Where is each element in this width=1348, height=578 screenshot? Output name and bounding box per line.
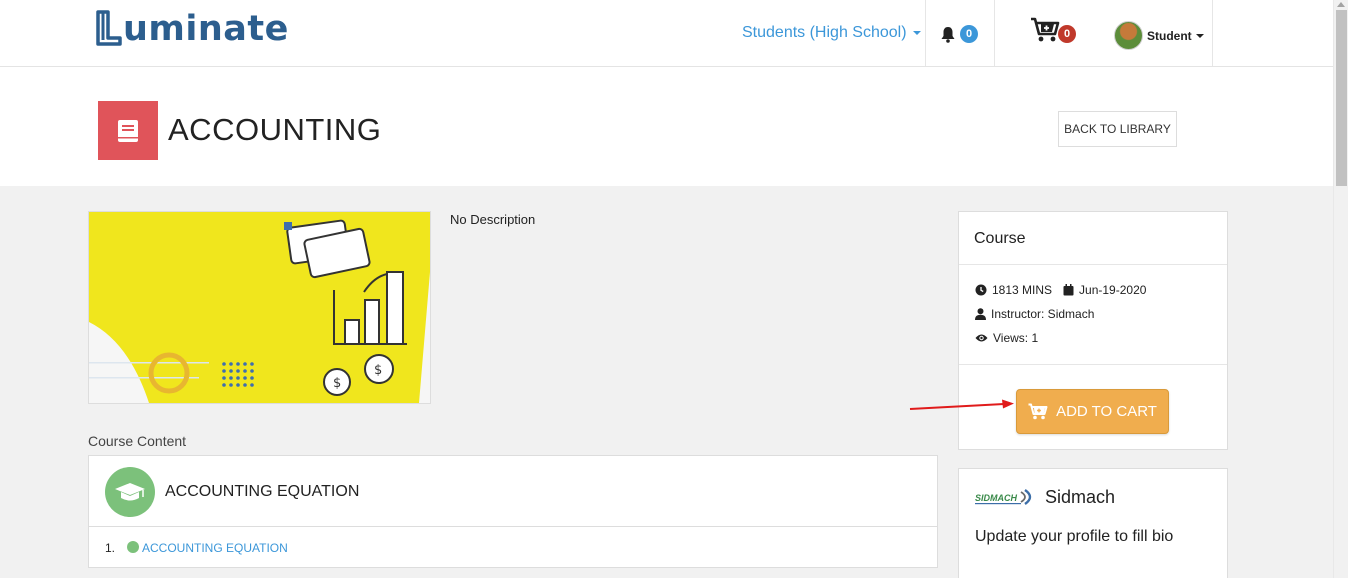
chevron-down-icon: [912, 31, 921, 35]
eye-icon: [975, 334, 988, 342]
chapter-title: ACCOUNTING EQUATION: [165, 483, 360, 500]
role-dropdown[interactable]: Students (High School): [742, 24, 921, 42]
svg-text:$: $: [374, 363, 382, 378]
logo-text: uminate: [123, 9, 289, 49]
cart-count-badge: 0: [1058, 25, 1076, 43]
nav-divider: [1212, 0, 1213, 66]
sidmach-logo: SIDMACH: [975, 487, 1037, 507]
page-title: ACCOUNTING: [168, 112, 382, 147]
calendar-icon: [1063, 284, 1074, 296]
chevron-down-icon: [1195, 33, 1204, 38]
course-description: No Description: [450, 212, 536, 227]
instructor-name: Sidmach: [1045, 487, 1116, 507]
svg-text:SIDMACH: SIDMACH: [975, 493, 1017, 503]
chapter-header[interactable]: ACCOUNTING EQUATION: [89, 456, 937, 527]
avatar: [1114, 21, 1143, 50]
course-views-row: Views: 1: [975, 331, 1038, 345]
svg-text:$: $: [333, 376, 341, 391]
cart-plus-icon: [1031, 17, 1060, 42]
lesson-link[interactable]: ACCOUNTING EQUATION: [142, 541, 288, 555]
lesson-number: 1.: [105, 541, 116, 555]
top-navbar: uminate Students (High School) 0 0 Stude…: [0, 0, 1333, 67]
scroll-up-arrow-icon[interactable]: [1337, 2, 1345, 7]
course-instructor: Instructor: Sidmach: [991, 307, 1095, 321]
red-arrow-annotation: [909, 399, 1014, 410]
logo-mark-icon: [96, 10, 122, 46]
role-dropdown-label: Students (High School): [742, 24, 907, 41]
notifications-button[interactable]: 0: [940, 25, 978, 43]
user-icon: [975, 308, 986, 320]
list-item: 1. ACCOUNTING EQUATION: [89, 527, 937, 567]
user-menu[interactable]: Student: [1114, 21, 1204, 50]
cart-plus-icon: [1028, 403, 1048, 420]
course-instructor-row: Instructor: Sidmach: [975, 307, 1094, 321]
user-menu-label: Student: [1147, 28, 1192, 43]
clock-icon: [975, 284, 987, 296]
add-to-cart-button[interactable]: ADD TO CART: [1016, 389, 1169, 434]
course-views: Views: 1: [993, 331, 1039, 345]
cart-nav-button[interactable]: 0: [1030, 16, 1076, 43]
course-meta-row: 1813 MINS Jun-19-2020: [975, 283, 1146, 297]
course-content-heading: Course Content: [88, 433, 187, 449]
page-scrollbar[interactable]: [1333, 0, 1348, 578]
nav-divider: [925, 0, 926, 66]
book-icon: [118, 119, 138, 142]
course-date: Jun-19-2020: [1079, 283, 1147, 297]
page-header: ACCOUNTING BACK TO LIBRARY: [0, 67, 1333, 186]
nav-divider: [994, 0, 995, 66]
instructor-bio: Update your profile to fill bio: [975, 528, 1174, 545]
course-card-title: Course: [959, 212, 1227, 265]
course-duration: 1813 MINS: [992, 283, 1053, 297]
add-to-cart-label: ADD TO CART: [1056, 403, 1157, 420]
luminate-logo[interactable]: uminate: [96, 6, 289, 49]
bell-icon: [941, 26, 955, 43]
notifications-badge: 0: [960, 25, 978, 43]
instructor-card: SIDMACH Sidmach Update your profile to f…: [958, 468, 1228, 578]
back-to-library-button[interactable]: BACK TO LIBRARY: [1058, 111, 1177, 147]
card-divider: [959, 364, 1227, 365]
course-info-card: Course 1813 MINS Jun-19-2020 Instructor:…: [958, 211, 1228, 450]
graduation-cap-icon: [105, 467, 155, 517]
course-content-panel: ACCOUNTING EQUATION 1. ACCOUNTING EQUATI…: [88, 455, 938, 568]
scrollbar-thumb[interactable]: [1336, 10, 1347, 186]
lesson-status-dot: [127, 541, 139, 553]
course-cover-image: $ $: [88, 211, 431, 404]
course-category-tile: [98, 101, 158, 160]
